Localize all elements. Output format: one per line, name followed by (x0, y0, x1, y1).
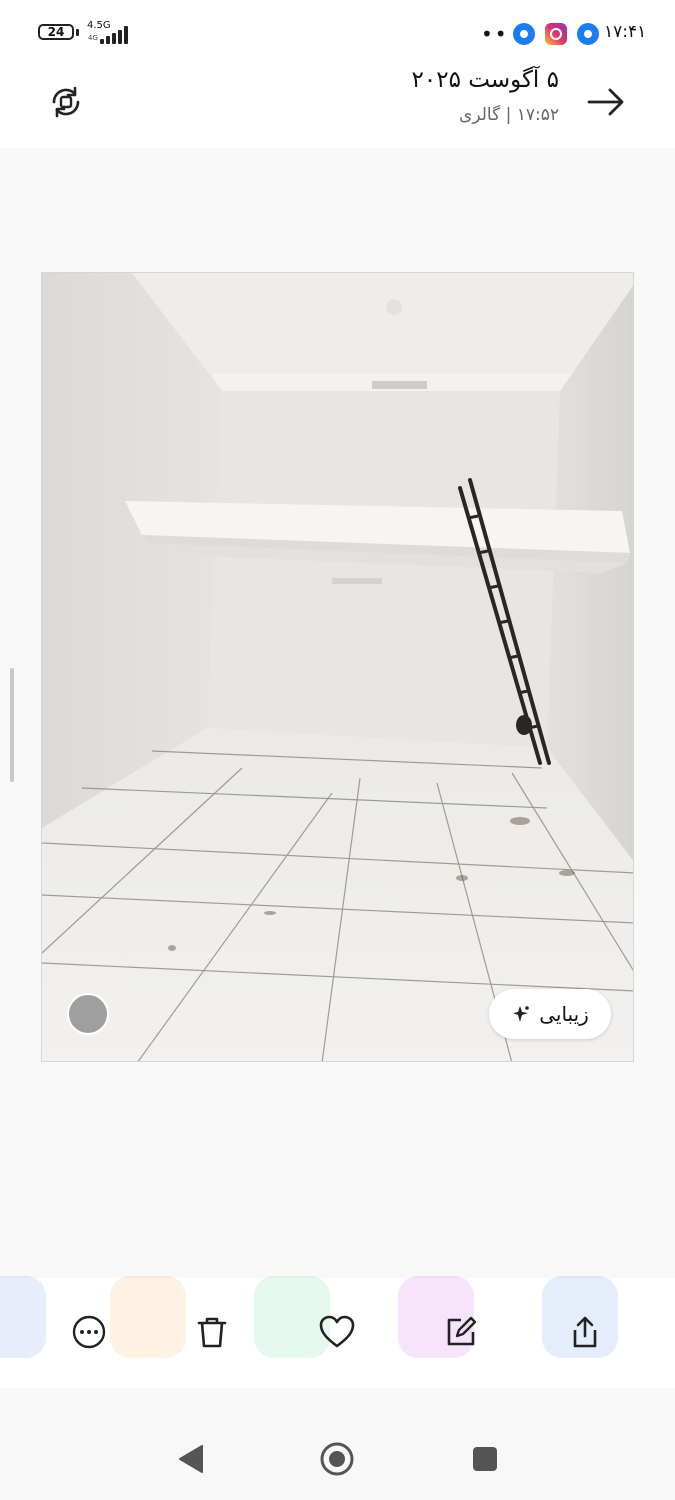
faded-chip-orange (110, 1276, 186, 1358)
title-block: ۵ آگوست ۲۰۲۵ ۱۷:۵۲ | گالری (412, 64, 559, 128)
bottom-toolbar (0, 1276, 675, 1388)
more-notifications-dots: •• (481, 22, 509, 46)
gallery-photo[interactable] (41, 272, 634, 1062)
system-nav-bar (0, 1400, 675, 1500)
edit-button[interactable] (441, 1312, 481, 1352)
beauty-button[interactable]: زیبایی (489, 989, 611, 1039)
shutter-circle[interactable] (67, 993, 109, 1035)
back-triangle-icon (179, 1445, 203, 1473)
sparkle-icon (513, 1006, 530, 1022)
trash-icon (197, 1317, 227, 1348)
recents-square-icon (473, 1447, 497, 1471)
status-bar: 24 4.5G 4G •• ۱۷:۴۱ (0, 0, 675, 60)
gallery-header: ۵ آگوست ۲۰۲۵ ۱۷:۵۲ | گالری (0, 60, 675, 148)
share-icon (573, 1316, 597, 1348)
faded-chip-blue (0, 1276, 46, 1358)
page-subtitle: ۱۷:۵۲ | گالری (459, 105, 559, 125)
beauty-label: زیبایی (539, 1002, 589, 1026)
favorite-button[interactable] (317, 1312, 357, 1352)
battery-level: 24 (47, 25, 65, 39)
network-sub: 4G (88, 34, 98, 42)
battery-icon: 24 (38, 24, 74, 40)
battery-tip (76, 29, 79, 36)
scroll-indicator[interactable] (10, 668, 14, 782)
signal-icon (100, 26, 128, 44)
home-circle-icon (320, 1442, 354, 1476)
more-icon (72, 1315, 106, 1349)
app-blue-icon (513, 23, 535, 45)
status-clock: ۱۷:۴۱ (604, 22, 647, 42)
back-button[interactable] (584, 82, 628, 122)
nav-recents-button[interactable] (472, 1446, 498, 1476)
page-title: ۵ آگوست ۲۰۲۵ (411, 67, 559, 93)
rotate-button[interactable] (48, 84, 84, 120)
app-blue-icon-2 (577, 23, 599, 45)
arrow-right-icon (587, 88, 624, 116)
edit-icon (447, 1316, 477, 1346)
instagram-icon (545, 23, 567, 45)
delete-button[interactable] (192, 1312, 232, 1352)
nav-home-button[interactable] (320, 1442, 354, 1480)
nav-back-button[interactable] (178, 1444, 204, 1478)
rotate-icon (52, 86, 80, 118)
room-photo-illustration (42, 273, 633, 1061)
more-button[interactable] (69, 1312, 109, 1352)
heart-icon (319, 1315, 355, 1348)
share-button[interactable] (565, 1312, 605, 1352)
